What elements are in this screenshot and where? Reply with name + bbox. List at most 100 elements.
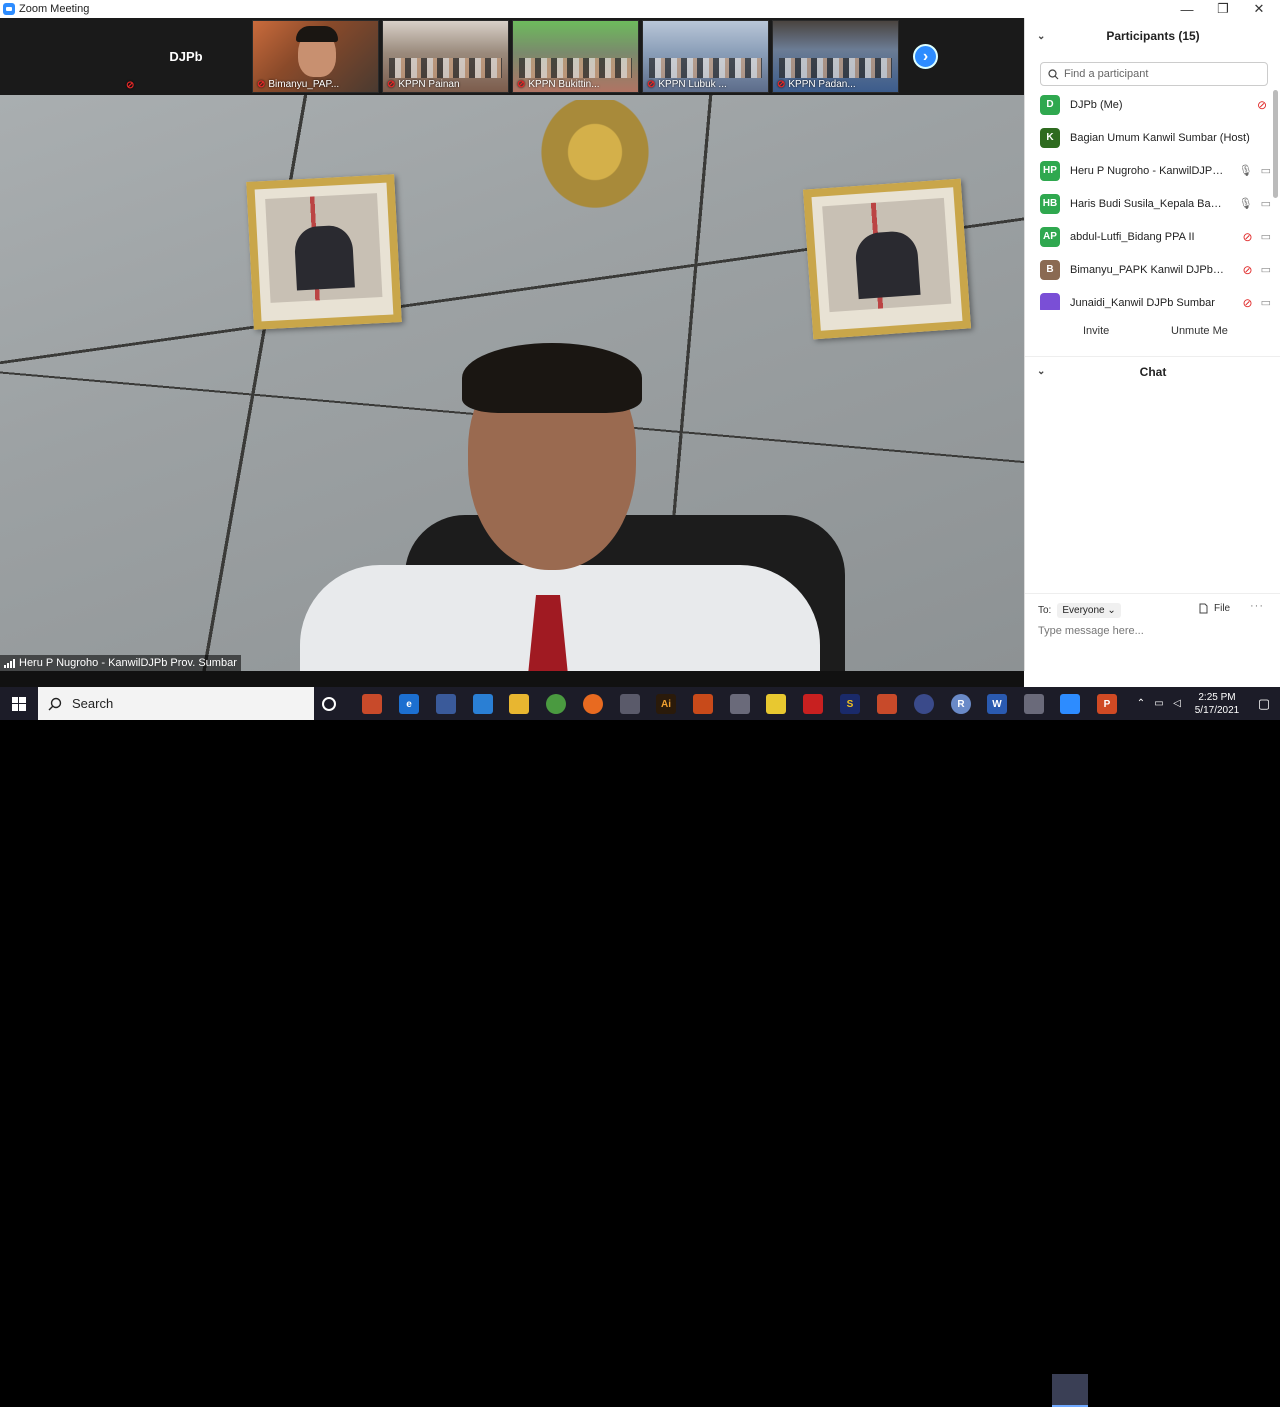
participant-row[interactable]: Junaidi_Kanwil DJPb Sumbar ⊘ ▭ bbox=[1025, 286, 1273, 310]
participant-row[interactable]: K Bagian Umum Kanwil Sumbar (Host) bbox=[1025, 121, 1273, 154]
zoom-icon[interactable] bbox=[1060, 694, 1080, 714]
video-tile[interactable]: ⊘ Bimanyu_PAP... bbox=[252, 20, 379, 93]
avatar: K bbox=[1040, 127, 1060, 148]
video-off-icon[interactable]: ▭ bbox=[1261, 197, 1271, 210]
powerpoint-icon[interactable]: P bbox=[1097, 694, 1117, 714]
video-tile[interactable]: ⊘ KPPN Bukittin... bbox=[512, 20, 639, 93]
recipient-value: Everyone bbox=[1062, 605, 1105, 616]
file-label: File bbox=[1214, 603, 1231, 614]
participant-search[interactable] bbox=[1040, 62, 1268, 86]
active-speaker-video: Heru P Nugroho - KanwilDJPb Prov. Sumbar bbox=[0, 95, 1024, 671]
participant-row[interactable]: HP Heru P Nugroho - KanwilDJPb P... 🎙 ▭ bbox=[1025, 154, 1273, 187]
acrobat-icon[interactable] bbox=[803, 694, 823, 714]
video-tile[interactable]: ⊘ KPPN Painan bbox=[382, 20, 509, 93]
tile-label: KPPN Bukittin... bbox=[528, 79, 600, 90]
tile-label: KPPN Lubuk ... bbox=[658, 79, 727, 90]
video-off-icon[interactable]: ▭ bbox=[1261, 263, 1271, 276]
tile-label: KPPN Padan... bbox=[788, 79, 856, 90]
video-tile[interactable]: ⊘ KPPN Lubuk ... bbox=[642, 20, 769, 93]
store-icon[interactable] bbox=[436, 694, 456, 714]
notifications-icon[interactable]: ▢ bbox=[1248, 696, 1280, 712]
video-tile-host[interactable]: DJPb ⊘ bbox=[122, 20, 250, 93]
chevron-up-icon[interactable]: ⌃ bbox=[1132, 698, 1150, 709]
chat-message-input[interactable] bbox=[1038, 625, 1268, 637]
avatar: AP bbox=[1040, 226, 1060, 247]
mail-icon[interactable] bbox=[473, 694, 493, 714]
edge-icon[interactable]: e bbox=[399, 694, 419, 714]
host-tile-name: DJPb bbox=[169, 49, 203, 64]
clock[interactable]: 2:25 PM 5/17/2021 bbox=[1186, 691, 1248, 717]
participant-row[interactable]: HB Haris Budi Susila_Kepala Bagian... 🎙 ▭ bbox=[1025, 187, 1273, 220]
recipient-select[interactable]: Everyone ⌄ bbox=[1057, 603, 1121, 618]
zoom-taskbar-active[interactable] bbox=[1052, 1374, 1088, 1407]
mic-muted-icon[interactable]: ⊘ bbox=[1257, 98, 1267, 112]
search-icon bbox=[1048, 68, 1059, 79]
participants-header: ⌄ Participants (15) bbox=[1025, 18, 1280, 54]
search-input[interactable] bbox=[1064, 68, 1254, 80]
taskbar-search-box[interactable]: Search bbox=[38, 687, 314, 720]
app-icon[interactable] bbox=[1024, 694, 1044, 714]
room-crowd bbox=[649, 58, 762, 78]
speaker-hair bbox=[462, 343, 642, 413]
title-bar: Zoom Meeting — ❐ ✕ bbox=[0, 0, 1280, 18]
volume-icon[interactable]: ◁ bbox=[1168, 698, 1186, 709]
participant-name: abdul-Lutfi_Bidang PPA II bbox=[1070, 230, 1195, 243]
taskbar-search-label: Search bbox=[72, 696, 114, 711]
app-icon[interactable] bbox=[730, 694, 750, 714]
tile-label: Bimanyu_PAP... bbox=[268, 79, 340, 90]
participants-scrollbar[interactable] bbox=[1273, 90, 1278, 198]
app-icon[interactable] bbox=[620, 694, 640, 714]
participant-row[interactable]: AP abdul-Lutfi_Bidang PPA II ⊘ ▭ bbox=[1025, 220, 1273, 253]
participant-name: Bimanyu_PAPK Kanwil DJPb Sum... bbox=[1070, 263, 1225, 276]
participant-row[interactable]: D DJPb (Me) ⊘ bbox=[1025, 88, 1273, 121]
video-off-icon[interactable]: ▭ bbox=[1261, 296, 1271, 309]
portrait-frame-right bbox=[802, 178, 972, 340]
app-icon[interactable] bbox=[766, 694, 786, 714]
task-view-icon[interactable] bbox=[362, 694, 382, 714]
app-icon[interactable]: R bbox=[951, 694, 971, 714]
mic-muted-icon: ⊘ bbox=[647, 79, 656, 90]
mic-muted-icon[interactable]: ⊘ bbox=[1243, 296, 1253, 310]
system-tray: ⌃ ▭ ◁ 2:25 PM 5/17/2021 ▢ bbox=[1132, 687, 1280, 720]
firefox-icon[interactable] bbox=[583, 694, 603, 714]
app-icon[interactable] bbox=[877, 694, 897, 714]
video-tile[interactable]: ⊘ KPPN Padan... bbox=[772, 20, 899, 93]
mic-muted-icon[interactable]: ⊘ bbox=[1243, 263, 1253, 277]
search-icon bbox=[48, 697, 62, 710]
minimize-button[interactable]: — bbox=[1169, 0, 1205, 18]
mic-muted-icon: ⊘ bbox=[517, 79, 526, 90]
unmute-me-button[interactable]: Unmute Me bbox=[1165, 322, 1234, 340]
network-icon[interactable]: ▭ bbox=[1150, 698, 1168, 709]
file-explorer-icon[interactable] bbox=[509, 694, 529, 714]
next-page-button[interactable]: › bbox=[913, 44, 938, 69]
cortana-icon[interactable] bbox=[322, 697, 336, 711]
invite-button[interactable]: Invite bbox=[1077, 322, 1115, 340]
mic-muted-icon[interactable]: ⊘ bbox=[1243, 230, 1253, 244]
chat-header: ⌄ Chat bbox=[1025, 356, 1280, 386]
start-button[interactable] bbox=[0, 687, 38, 720]
collapse-participants-icon[interactable]: ⌄ bbox=[1037, 31, 1045, 42]
clock-date: 5/17/2021 bbox=[1194, 704, 1240, 716]
file-button[interactable]: File bbox=[1199, 603, 1230, 614]
windows-logo-icon bbox=[12, 696, 26, 711]
video-off-icon[interactable]: ▭ bbox=[1261, 164, 1271, 177]
participant-row[interactable]: B Bimanyu_PAPK Kanwil DJPb Sum... ⊘ ▭ bbox=[1025, 253, 1273, 286]
mic-on-icon[interactable]: 🎙 bbox=[1239, 197, 1253, 210]
illustrator-icon[interactable]: Ai bbox=[656, 694, 676, 714]
maximize-button[interactable]: ❐ bbox=[1205, 0, 1241, 18]
avatar: B bbox=[1040, 259, 1060, 280]
app-icon[interactable] bbox=[693, 694, 713, 714]
more-options-button[interactable]: ··· bbox=[1250, 600, 1264, 612]
windows-taskbar: Search e Ai S R W P ⌃ ▭ ◁ 2:25 PM 5/17/2… bbox=[0, 687, 1280, 1407]
app-icon[interactable] bbox=[914, 694, 934, 714]
chrome-icon[interactable] bbox=[546, 694, 566, 714]
chat-title: Chat bbox=[1139, 364, 1167, 379]
file-icon bbox=[1199, 603, 1208, 614]
app-icon[interactable]: S bbox=[840, 694, 860, 714]
word-icon[interactable]: W bbox=[987, 694, 1007, 714]
participant-name: Heru P Nugroho - KanwilDJPb P... bbox=[1070, 164, 1225, 177]
collapse-chat-icon[interactable]: ⌄ bbox=[1037, 366, 1045, 377]
video-off-icon[interactable]: ▭ bbox=[1261, 230, 1271, 243]
close-button[interactable]: ✕ bbox=[1241, 0, 1277, 18]
mic-on-icon[interactable]: 🎙 bbox=[1239, 164, 1253, 177]
